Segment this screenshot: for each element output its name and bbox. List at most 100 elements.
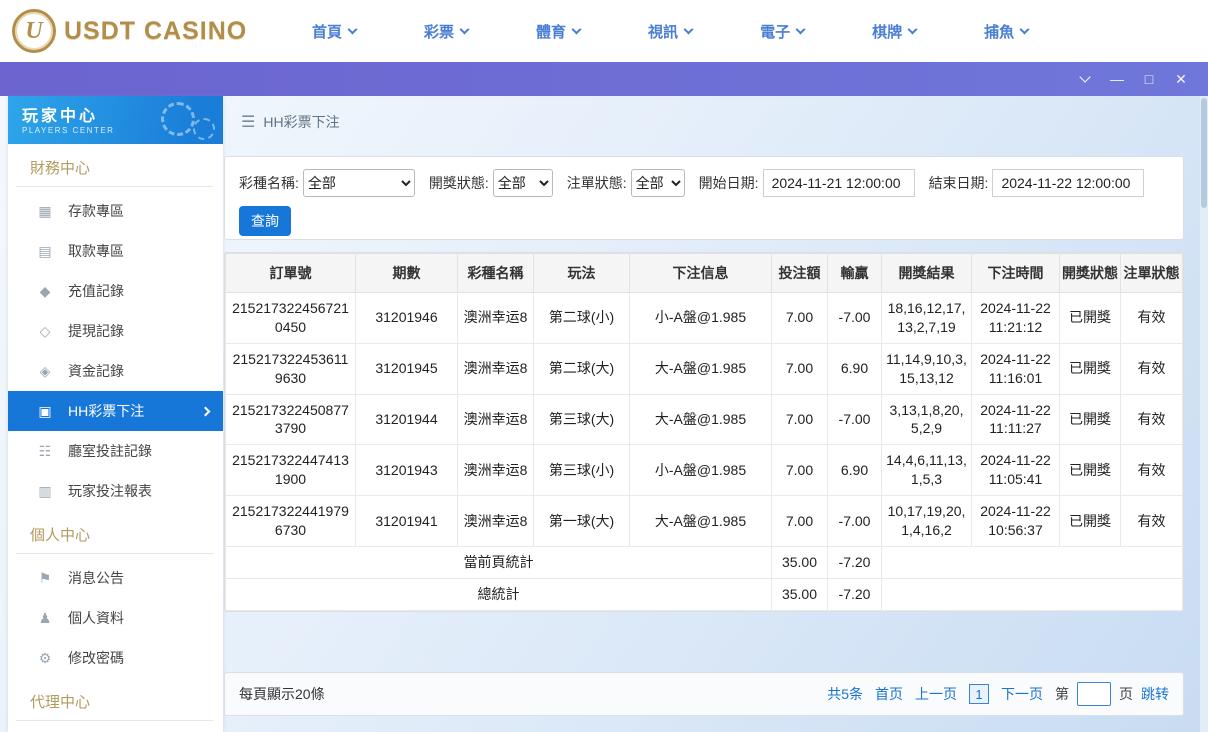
sidebar-item-hall-bet-record[interactable]: ☷ 廳室投註記錄 [8, 431, 223, 471]
cell-info: 大-A盤@1.985 [629, 342, 772, 395]
logo-text: USDT CASINO [64, 16, 248, 45]
page-number-input[interactable] [1077, 682, 1111, 706]
cell-play: 第三球(大) [533, 393, 630, 446]
nav-label: 彩票 [424, 23, 455, 41]
bets-table-panel: 訂單號 期數 彩種名稱 玩法 下注信息 投注額 輸贏 開獎結果 下注時間 開獎狀… [224, 252, 1184, 612]
window-titlebar: — □ ✕ [0, 62, 1208, 96]
sidebar-item-recharge-record[interactable]: ◆ 充值記錄 [8, 271, 223, 311]
current-page-button[interactable]: 1 [969, 684, 989, 704]
chevron-down-icon [459, 24, 470, 34]
cell-play: 第一球(大) [533, 495, 630, 547]
jump-suffix: 页 [1119, 686, 1133, 702]
vertical-scrollbar[interactable] [1200, 96, 1208, 732]
maximize-button[interactable]: □ [1136, 68, 1162, 90]
sidebar-item-label: 取款專區 [68, 243, 124, 259]
cell-play: 第二球(小) [533, 292, 630, 344]
next-page-link[interactable]: 下一页 [1001, 684, 1043, 704]
cell-lottery: 澳洲幸运8 [457, 393, 534, 446]
cell-info: 小-A盤@1.985 [629, 444, 772, 497]
column-header-info: 下注信息 [629, 253, 772, 293]
chevron-right-icon [200, 406, 211, 416]
chevron-down-icon [683, 24, 694, 34]
table-row: 2152173224508773790 31201944 澳洲幸运8 第三球(大) 大-… [225, 393, 1183, 446]
sidebar-item-label: 資金記錄 [68, 363, 124, 379]
cell-time: 2024-11-22 11:11:27 [971, 393, 1060, 446]
sidebar-item-label: 充值記錄 [68, 283, 124, 299]
summary-empty [881, 577, 1183, 611]
sidebar-item-deposit[interactable]: ▦ 存款專區 [8, 191, 223, 231]
sidebar-item-hh-lottery-bets[interactable]: ▣ HH彩票下注 [8, 391, 223, 431]
cell-result: 10,17,19,20,1,4,16,2 [881, 495, 972, 547]
sidebar-item-bet-report[interactable]: ▥ 玩家投注報表 [8, 471, 223, 511]
nav-item-video[interactable]: 視訊 [614, 21, 726, 42]
sidebar-item-cashout-record[interactable]: ◇ 提現記錄 [8, 311, 223, 351]
menu-icon[interactable]: ☰ [241, 112, 255, 132]
cell-order-id: 2152173224508773790 [225, 393, 356, 446]
sidebar-item-change-password[interactable]: ⚙ 修改密碼 [8, 638, 223, 678]
order-status-label: 注單狀態: [566, 175, 627, 191]
sidebar-item-profile[interactable]: ♟ 個人資料 [8, 598, 223, 638]
nav-label: 電子 [760, 23, 791, 41]
summary-row-current-page: 當前頁統計 35.00 -7.20 [225, 545, 1183, 579]
table-row: 2152173224474131900 31201943 澳洲幸运8 第三球(小) 小-… [225, 444, 1183, 497]
order-status-select[interactable]: 全部 [630, 169, 685, 197]
cell-period: 31201944 [355, 393, 458, 446]
nav-label: 棋牌 [872, 23, 903, 41]
recharge-icon: ◆ [39, 282, 51, 299]
column-header-result: 開獎結果 [881, 253, 972, 293]
cell-result: 11,14,9,10,3,15,13,12 [881, 342, 972, 395]
nav-item-electronic[interactable]: 電子 [726, 21, 838, 42]
cell-draw-status: 已開獎 [1059, 292, 1121, 344]
summary-winloss-total: -7.20 [827, 577, 882, 611]
casino-chip-icon [161, 102, 195, 136]
sidebar-item-funds-record[interactable]: ◈ 資金記錄 [8, 351, 223, 391]
jump-button[interactable]: 跳转 [1141, 684, 1169, 704]
sidebar-item-label: 消息公告 [68, 570, 124, 586]
column-header-period: 期數 [355, 253, 458, 293]
cell-play: 第二球(大) [533, 342, 630, 395]
sidebar-item-label: 提現記錄 [68, 323, 124, 339]
cell-time: 2024-11-22 10:56:37 [971, 495, 1060, 547]
end-date-input[interactable] [992, 169, 1145, 197]
cashout-icon: ◇ [39, 322, 51, 339]
total-count: 共5条 [827, 686, 863, 702]
bets-table: 訂單號 期數 彩種名稱 玩法 下注信息 投注額 輸贏 開獎結果 下注時間 開獎狀… [225, 253, 1183, 611]
prev-page-link[interactable]: 上一页 [915, 684, 957, 704]
scrollbar-thumb[interactable] [1201, 98, 1207, 208]
nav-item-fishing[interactable]: 捕魚 [950, 21, 1062, 42]
cell-period: 31201945 [355, 342, 458, 395]
start-date-input[interactable] [762, 169, 915, 197]
cell-draw-status: 已開獎 [1059, 495, 1121, 547]
cell-order-status: 有效 [1120, 444, 1183, 497]
cell-win-loss: 6.90 [827, 444, 882, 497]
chevron-down-icon [1079, 71, 1091, 83]
report-icon: ▥ [38, 482, 52, 499]
search-button[interactable]: 查詢 [239, 206, 291, 236]
cell-time: 2024-11-22 11:05:41 [971, 444, 1060, 497]
draw-status-select[interactable]: 全部 [492, 169, 553, 197]
sidebar-item-announcements[interactable]: ⚑ 消息公告 [8, 558, 223, 598]
nav-item-home[interactable]: 首頁 [278, 21, 390, 42]
lottery-name-select[interactable]: 全部 [302, 169, 415, 197]
nav-item-lottery[interactable]: 彩票 [390, 21, 502, 42]
casino-chip-icon [193, 118, 215, 140]
cell-info: 小-A盤@1.985 [629, 292, 772, 344]
nav-item-sports[interactable]: 體育 [502, 21, 614, 42]
close-button[interactable]: ✕ [1168, 68, 1194, 90]
collapse-button[interactable] [1072, 68, 1098, 90]
sidebar-header: 玩家中心 PLAYERS CENTER [8, 96, 223, 144]
nav-item-chess[interactable]: 棋牌 [838, 21, 950, 42]
summary-label: 當前頁統計 [225, 545, 772, 579]
column-header-winloss: 輸贏 [827, 253, 882, 293]
logo[interactable]: U USDT CASINO [12, 9, 250, 53]
first-page-link[interactable]: 首页 [875, 684, 903, 704]
cell-order-id: 2152173224419796730 [225, 495, 356, 547]
table-row: 2152173224567210450 31201946 澳洲幸运8 第二球(小) 小-… [225, 292, 1183, 344]
sidebar-item-withdraw[interactable]: ▤ 取款專區 [8, 231, 223, 271]
table-row: 2152173224419796730 31201941 澳洲幸运8 第一球(大) 大-… [225, 495, 1183, 547]
per-page-label: 每頁顯示20條 [239, 686, 325, 702]
minimize-button[interactable]: — [1104, 68, 1130, 90]
cell-order-id: 2152173224536119630 [225, 342, 356, 395]
cell-info: 大-A盤@1.985 [629, 495, 772, 547]
cell-order-id: 2152173224474131900 [225, 444, 356, 497]
